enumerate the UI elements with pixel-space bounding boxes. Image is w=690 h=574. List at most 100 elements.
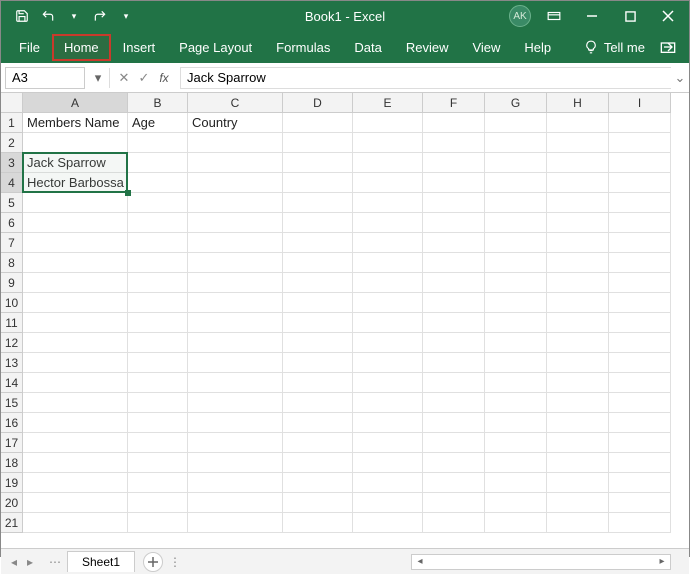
- row-header[interactable]: 3: [1, 153, 23, 173]
- row-header[interactable]: 12: [1, 333, 23, 353]
- cell[interactable]: [423, 393, 485, 413]
- cell[interactable]: [547, 313, 609, 333]
- cell[interactable]: [423, 133, 485, 153]
- cell[interactable]: [547, 513, 609, 533]
- cell[interactable]: [353, 313, 423, 333]
- cell[interactable]: [283, 373, 353, 393]
- cell[interactable]: [547, 133, 609, 153]
- cell[interactable]: [23, 353, 128, 373]
- cell[interactable]: [188, 453, 283, 473]
- cell[interactable]: [423, 113, 485, 133]
- cell[interactable]: [609, 173, 671, 193]
- cell[interactable]: [128, 173, 188, 193]
- share-icon[interactable]: [653, 36, 683, 58]
- cell[interactable]: [353, 513, 423, 533]
- cell[interactable]: [128, 493, 188, 513]
- cell[interactable]: [423, 433, 485, 453]
- row-header[interactable]: 7: [1, 233, 23, 253]
- cell[interactable]: [485, 253, 547, 273]
- cell[interactable]: [485, 513, 547, 533]
- cell[interactable]: [23, 493, 128, 513]
- cell[interactable]: [609, 253, 671, 273]
- cell[interactable]: [609, 293, 671, 313]
- cell[interactable]: [609, 353, 671, 373]
- cell[interactable]: [283, 453, 353, 473]
- cell[interactable]: [485, 113, 547, 133]
- expand-formula-bar-icon[interactable]: ⌄: [671, 70, 689, 86]
- cell[interactable]: [547, 253, 609, 273]
- cell[interactable]: [23, 193, 128, 213]
- cell[interactable]: [128, 393, 188, 413]
- select-all-button[interactable]: [1, 93, 23, 113]
- cell[interactable]: [188, 233, 283, 253]
- scroll-right-icon[interactable]: ▸: [654, 556, 670, 567]
- cell[interactable]: [23, 473, 128, 493]
- column-header[interactable]: A: [23, 93, 128, 113]
- cell[interactable]: [128, 153, 188, 173]
- cell[interactable]: Members Name: [23, 113, 128, 133]
- cell[interactable]: [188, 133, 283, 153]
- cell[interactable]: [485, 173, 547, 193]
- cell[interactable]: [609, 453, 671, 473]
- tab-review[interactable]: Review: [394, 34, 461, 61]
- cell[interactable]: [23, 433, 128, 453]
- cell[interactable]: [609, 273, 671, 293]
- cell[interactable]: [188, 473, 283, 493]
- row-header[interactable]: 4: [1, 173, 23, 193]
- row-header[interactable]: 15: [1, 393, 23, 413]
- cell[interactable]: [609, 513, 671, 533]
- cell[interactable]: [547, 293, 609, 313]
- maximize-button[interactable]: [615, 5, 645, 27]
- cell[interactable]: [353, 273, 423, 293]
- cell[interactable]: [609, 313, 671, 333]
- row-header[interactable]: 2: [1, 133, 23, 153]
- sheet-tab-active[interactable]: Sheet1: [67, 551, 135, 572]
- cell[interactable]: [188, 153, 283, 173]
- cell[interactable]: [547, 193, 609, 213]
- tab-formulas[interactable]: Formulas: [264, 34, 342, 61]
- fill-handle[interactable]: [125, 190, 131, 196]
- cell[interactable]: [423, 293, 485, 313]
- column-header[interactable]: H: [547, 93, 609, 113]
- new-sheet-button[interactable]: [143, 552, 163, 572]
- cell[interactable]: [423, 333, 485, 353]
- cell[interactable]: [128, 313, 188, 333]
- cell[interactable]: [485, 293, 547, 313]
- cell[interactable]: [353, 453, 423, 473]
- row-header[interactable]: 9: [1, 273, 23, 293]
- cell[interactable]: [188, 213, 283, 233]
- cell[interactable]: [353, 393, 423, 413]
- cell[interactable]: [353, 153, 423, 173]
- column-header[interactable]: I: [609, 93, 671, 113]
- cell[interactable]: [353, 333, 423, 353]
- undo-icon[interactable]: [37, 5, 59, 27]
- tab-home[interactable]: Home: [52, 34, 111, 61]
- cell[interactable]: [485, 193, 547, 213]
- column-header[interactable]: C: [188, 93, 283, 113]
- cell[interactable]: [128, 453, 188, 473]
- cell[interactable]: [188, 173, 283, 193]
- cell[interactable]: [188, 333, 283, 353]
- cell[interactable]: [283, 513, 353, 533]
- cell[interactable]: [485, 353, 547, 373]
- cell[interactable]: [188, 513, 283, 533]
- cell[interactable]: [128, 253, 188, 273]
- undo-dropdown-icon[interactable]: ▾: [63, 5, 85, 27]
- cell[interactable]: [547, 453, 609, 473]
- cell[interactable]: [283, 493, 353, 513]
- cell[interactable]: [283, 213, 353, 233]
- cell[interactable]: [485, 273, 547, 293]
- cell[interactable]: [188, 293, 283, 313]
- cell[interactable]: [423, 473, 485, 493]
- row-header[interactable]: 14: [1, 373, 23, 393]
- row-header[interactable]: 5: [1, 193, 23, 213]
- cell[interactable]: [23, 233, 128, 253]
- tab-view[interactable]: View: [460, 34, 512, 61]
- cell[interactable]: [353, 213, 423, 233]
- cell[interactable]: [423, 233, 485, 253]
- tell-me-search[interactable]: Tell me: [584, 40, 645, 55]
- row-header[interactable]: 6: [1, 213, 23, 233]
- cell[interactable]: [423, 253, 485, 273]
- cell[interactable]: [188, 433, 283, 453]
- cell[interactable]: [485, 413, 547, 433]
